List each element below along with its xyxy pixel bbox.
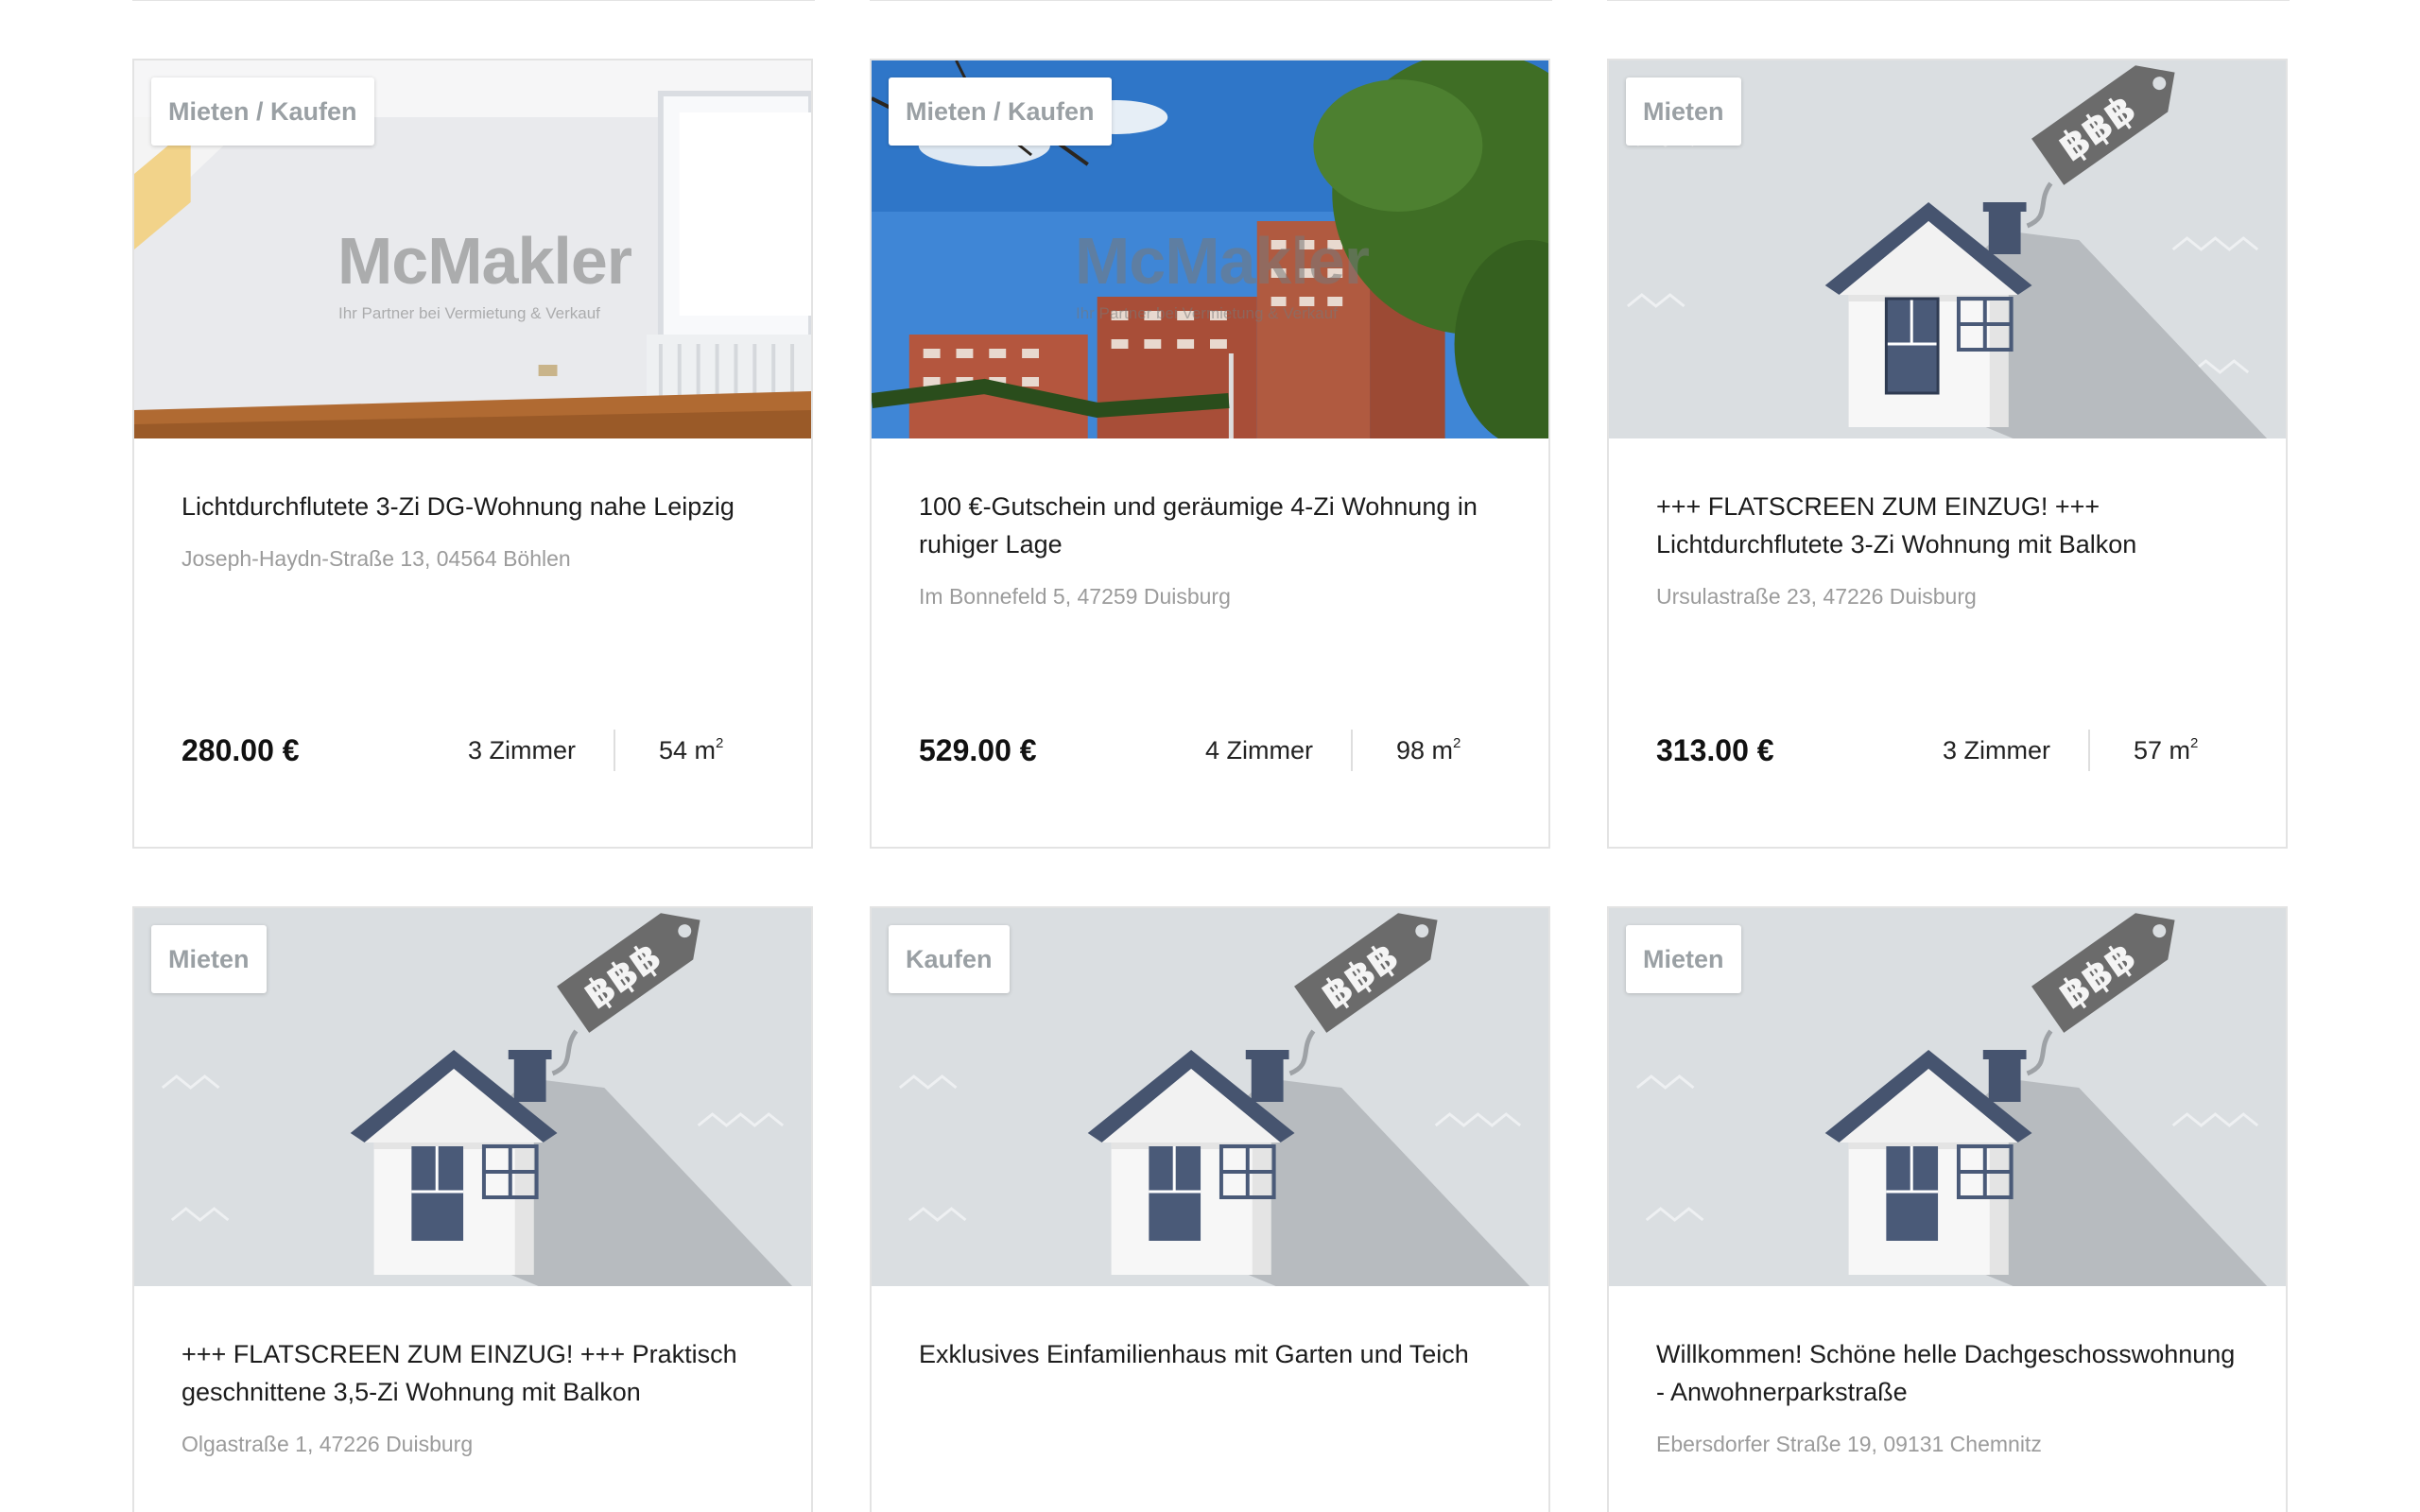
watermark-logo: McMakler — [337, 224, 632, 298]
listing-card[interactable]: ฿฿฿ Kaufen Exklusives Einfamilienhaus mi… — [870, 906, 1550, 1512]
watermark-tagline: Ihr Partner bei Vermietung & Verkauf — [1076, 304, 1338, 322]
listing-address: Ebersdorfer Straße 19, 09131 Chemnitz — [1656, 1432, 2042, 1456]
listing-grid: McMakler Ihr Partner bei Vermietung & Ve… — [0, 0, 2420, 1512]
listing-price: 313.00 € — [1656, 732, 1774, 767]
listing-photo[interactable]: McMakler Ihr Partner bei Vermietung & Ve… — [134, 60, 811, 438]
listing-photo[interactable]: ฿฿฿ Mieten — [134, 908, 811, 1286]
listing-title[interactable]: Lichtdurchflutete 3-Zi DG-Wohnung nahe L… — [182, 488, 764, 525]
listing-title[interactable]: Exklusives Einfamilienhaus mit Garten un… — [919, 1335, 1501, 1373]
previous-card-edge — [132, 0, 815, 1]
listing-photo[interactable]: McMakler Ihr Partner bei Vermietung & Ve… — [872, 60, 1548, 438]
listing-card[interactable]: McMakler Ihr Partner bei Vermietung & Ve… — [132, 59, 813, 849]
area-exponent: 2 — [1453, 735, 1461, 751]
listing-address: Joseph-Haydn-Straße 13, 04564 Böhlen — [182, 546, 571, 571]
listing-title[interactable]: +++ FLATSCREEN ZUM EINZUG! +++ Praktisch… — [182, 1335, 764, 1411]
listing-card[interactable]: ฿฿฿ Mieten Willkommen! Schöne helle Dach… — [1607, 906, 2288, 1512]
offer-type-badge: Mieten / Kaufen — [889, 77, 1112, 146]
watermark-logo: McMakler — [1075, 224, 1370, 298]
offer-type-badge: Mieten — [1626, 77, 1741, 146]
facts-divider — [614, 730, 615, 771]
listing-area: 54 m2 — [631, 735, 723, 765]
area-value: 98 m — [1396, 736, 1454, 765]
listing-address: Ursulastraße 23, 47226 Duisburg — [1656, 584, 1977, 609]
listing-area: 57 m2 — [2105, 735, 2198, 765]
listing-area: 98 m2 — [1368, 735, 1461, 765]
listing-rooms: 3 Zimmer — [1943, 735, 2050, 765]
listing-photo[interactable]: ฿฿฿ Mieten — [1609, 908, 2286, 1286]
facts-divider — [2088, 730, 2090, 771]
listing-facts: 313.00 € 3 Zimmer 57 m2 — [1656, 722, 2238, 779]
area-value: 54 m — [659, 736, 717, 765]
previous-card-edge — [1607, 0, 2290, 1]
listing-title[interactable]: 100 €-Gutschein und geräumige 4-Zi Wohnu… — [919, 488, 1501, 563]
listing-price: 529.00 € — [919, 732, 1037, 767]
listing-title[interactable]: Willkommen! Schöne helle Dachgeschosswoh… — [1656, 1335, 2238, 1411]
listing-card[interactable]: ฿฿฿ Mieten +++ FLATSCREEN ZUM EINZUG! ++… — [132, 906, 813, 1512]
listing-price: 280.00 € — [182, 732, 300, 767]
area-exponent: 2 — [2190, 735, 2199, 751]
listing-rooms: 3 Zimmer — [468, 735, 576, 765]
listing-card[interactable]: McMakler Ihr Partner bei Vermietung & Ve… — [870, 59, 1550, 849]
listing-facts: 280.00 € 3 Zimmer 54 m2 — [182, 722, 764, 779]
area-exponent: 2 — [716, 735, 724, 751]
listing-rooms: 4 Zimmer — [1205, 735, 1313, 765]
listing-address: Im Bonnefeld 5, 47259 Duisburg — [919, 584, 1231, 609]
listing-facts: 529.00 € 4 Zimmer 98 m2 — [919, 722, 1501, 779]
listing-card[interactable]: ฿฿฿ Mieten +++ FLATSCREEN ZUM EINZUG! ++… — [1607, 59, 2288, 849]
offer-type-badge: Mieten — [151, 925, 267, 993]
offer-type-badge: Mieten — [1626, 925, 1741, 993]
previous-card-edge — [870, 0, 1552, 1]
offer-type-badge: Mieten / Kaufen — [151, 77, 374, 146]
listing-photo[interactable]: ฿฿฿ Mieten — [1609, 60, 2286, 438]
listing-title[interactable]: +++ FLATSCREEN ZUM EINZUG! +++ Lichtdurc… — [1656, 488, 2238, 563]
area-value: 57 m — [2134, 736, 2191, 765]
listing-photo[interactable]: ฿฿฿ Kaufen — [872, 908, 1548, 1286]
listing-address: Olgastraße 1, 47226 Duisburg — [182, 1432, 474, 1456]
watermark-tagline: Ihr Partner bei Vermietung & Verkauf — [338, 304, 600, 322]
offer-type-badge: Kaufen — [889, 925, 1010, 993]
facts-divider — [1351, 730, 1353, 771]
